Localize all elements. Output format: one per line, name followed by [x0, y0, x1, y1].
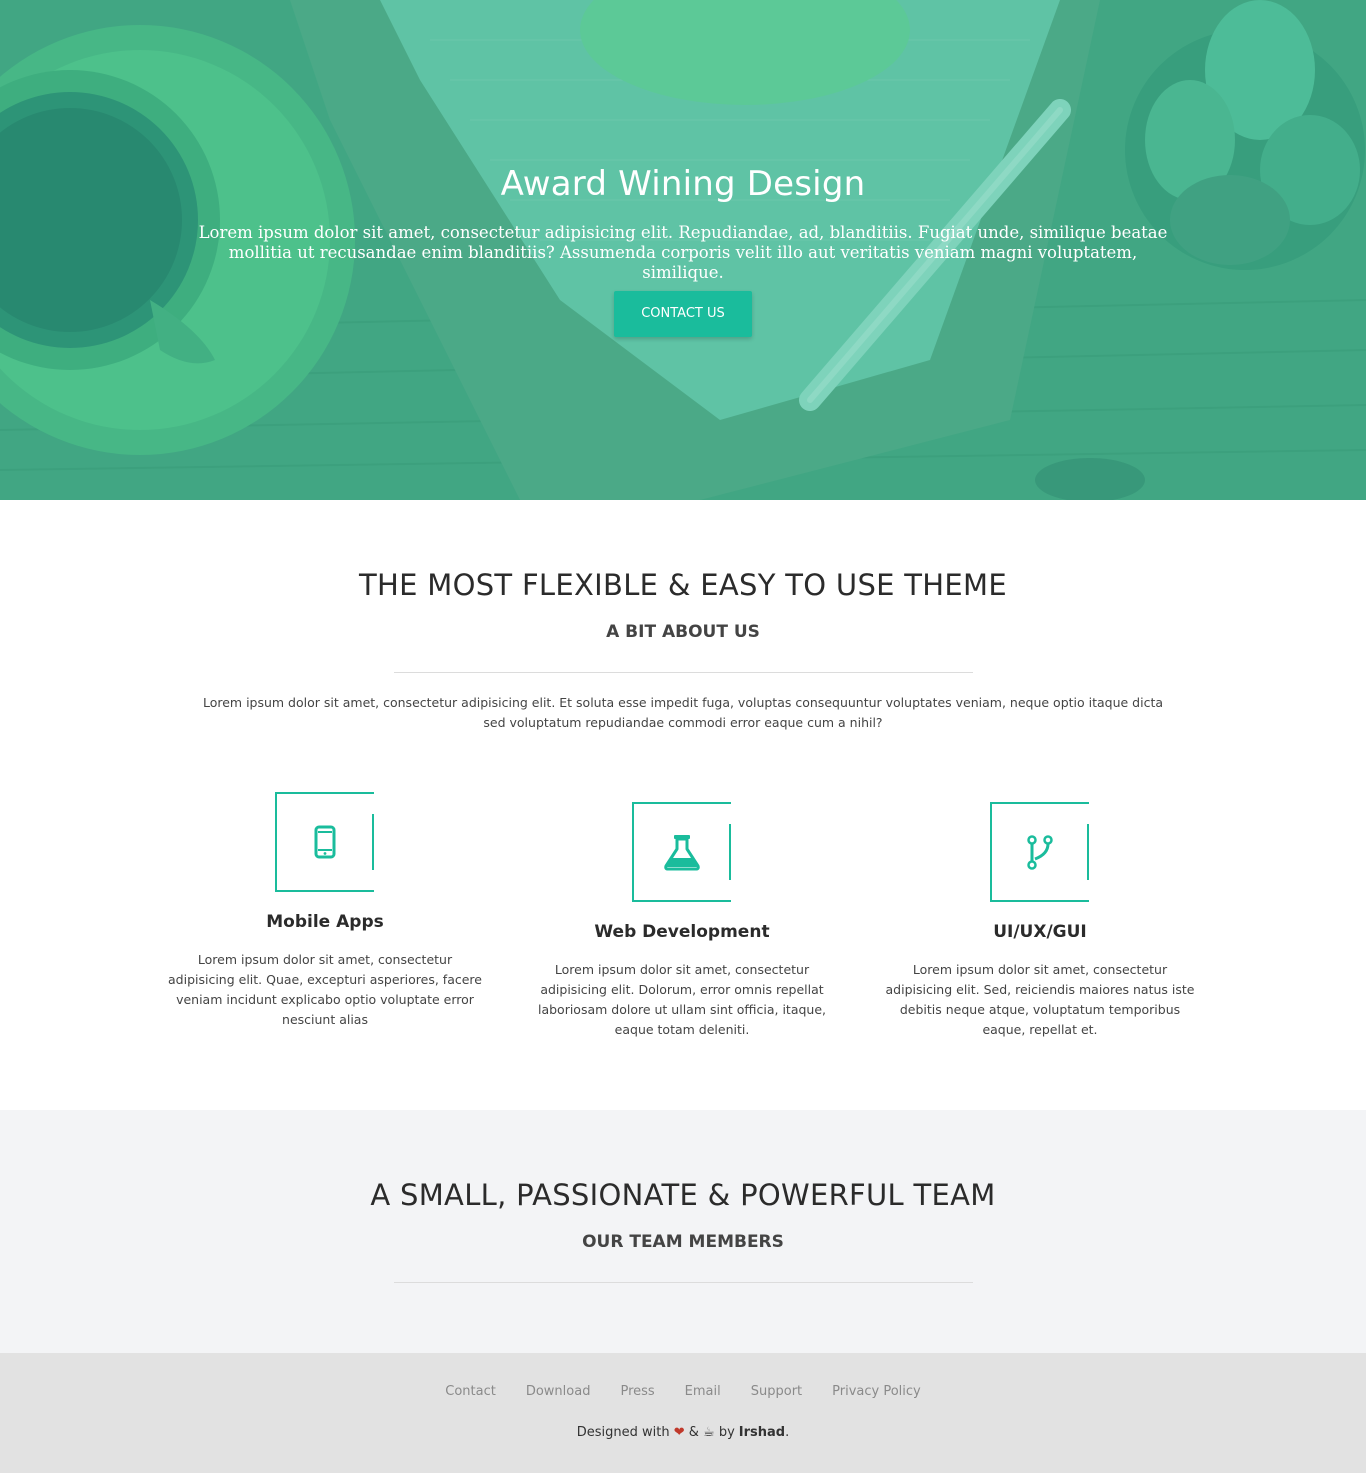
footer-link-press[interactable]: Press — [620, 1384, 654, 1399]
feature-title: Web Development — [594, 922, 770, 942]
team-divider — [394, 1282, 973, 1283]
credit-period: . — [785, 1425, 790, 1440]
about-description: Lorem ipsum dolor sit amet, consectetur … — [202, 695, 1164, 730]
hero-description: Lorem ipsum dolor sit amet, consectetur … — [198, 223, 1168, 282]
coffee-cup-icon: ☕ — [703, 1425, 715, 1440]
feature-ui-ux-gui: UI/UX/GUI Lorem ipsum dolor sit amet, co… — [880, 802, 1200, 1042]
hero-title: Award Wining Design — [500, 164, 866, 204]
feature-icon-frame — [275, 792, 375, 892]
hero-section: Award Wining Design Lorem ipsum dolor si… — [0, 0, 1366, 500]
feature-mobile-apps: Mobile Apps Lorem ipsum dolor sit amet, … — [165, 792, 485, 1042]
flask-icon — [664, 835, 700, 871]
footer-link-privacy-policy[interactable]: Privacy Policy — [832, 1384, 921, 1399]
feature-web-development: Web Development Lorem ipsum dolor sit am… — [522, 802, 842, 1042]
contact-us-button[interactable]: CONTACT US — [614, 291, 752, 337]
about-subtitle: A BIT ABOUT US — [606, 622, 760, 642]
feature-icon-frame — [632, 802, 732, 902]
feature-description: Lorem ipsum dolor sit amet, consectetur … — [168, 952, 482, 1027]
footer-link-support[interactable]: Support — [751, 1384, 802, 1399]
about-section: THE MOST FLEXIBLE & EASY TO USE THEME A … — [0, 500, 1366, 1110]
footer-credit: Designed with ❤ & ☕ by Irshad. — [0, 1425, 1366, 1440]
feature-title: UI/UX/GUI — [993, 922, 1087, 942]
team-section: A SMALL, PASSIONATE & POWERFUL TEAM OUR … — [0, 1110, 1366, 1353]
team-subtitle: OUR TEAM MEMBERS — [582, 1232, 784, 1252]
footer-link-download[interactable]: Download — [526, 1384, 591, 1399]
footer-nav: Contact Download Press Email Support Pri… — [0, 1384, 1366, 1399]
about-divider — [394, 672, 973, 673]
team-title: A SMALL, PASSIONATE & POWERFUL TEAM — [370, 1178, 996, 1212]
feature-title: Mobile Apps — [266, 912, 384, 932]
about-title: THE MOST FLEXIBLE & EASY TO USE THEME — [359, 568, 1007, 602]
feature-description: Lorem ipsum dolor sit amet, consectetur … — [885, 962, 1195, 1037]
feature-icon-frame — [990, 802, 1090, 902]
footer-link-contact[interactable]: Contact — [445, 1384, 496, 1399]
credit-ampersand: & — [688, 1425, 699, 1440]
footer-link-email[interactable]: Email — [685, 1384, 721, 1399]
code-fork-icon — [1027, 835, 1053, 870]
credit-by: by — [718, 1425, 735, 1440]
footer: Contact Download Press Email Support Pri… — [0, 1353, 1366, 1473]
author-link[interactable]: Irshad — [739, 1425, 785, 1440]
hero-content: Award Wining Design Lorem ipsum dolor si… — [0, 0, 1366, 500]
heart-icon: ❤ — [673, 1425, 685, 1440]
credit-prefix: Designed with — [576, 1425, 670, 1440]
feature-description: Lorem ipsum dolor sit amet, consectetur … — [537, 962, 827, 1037]
mobile-phone-icon — [314, 825, 336, 859]
